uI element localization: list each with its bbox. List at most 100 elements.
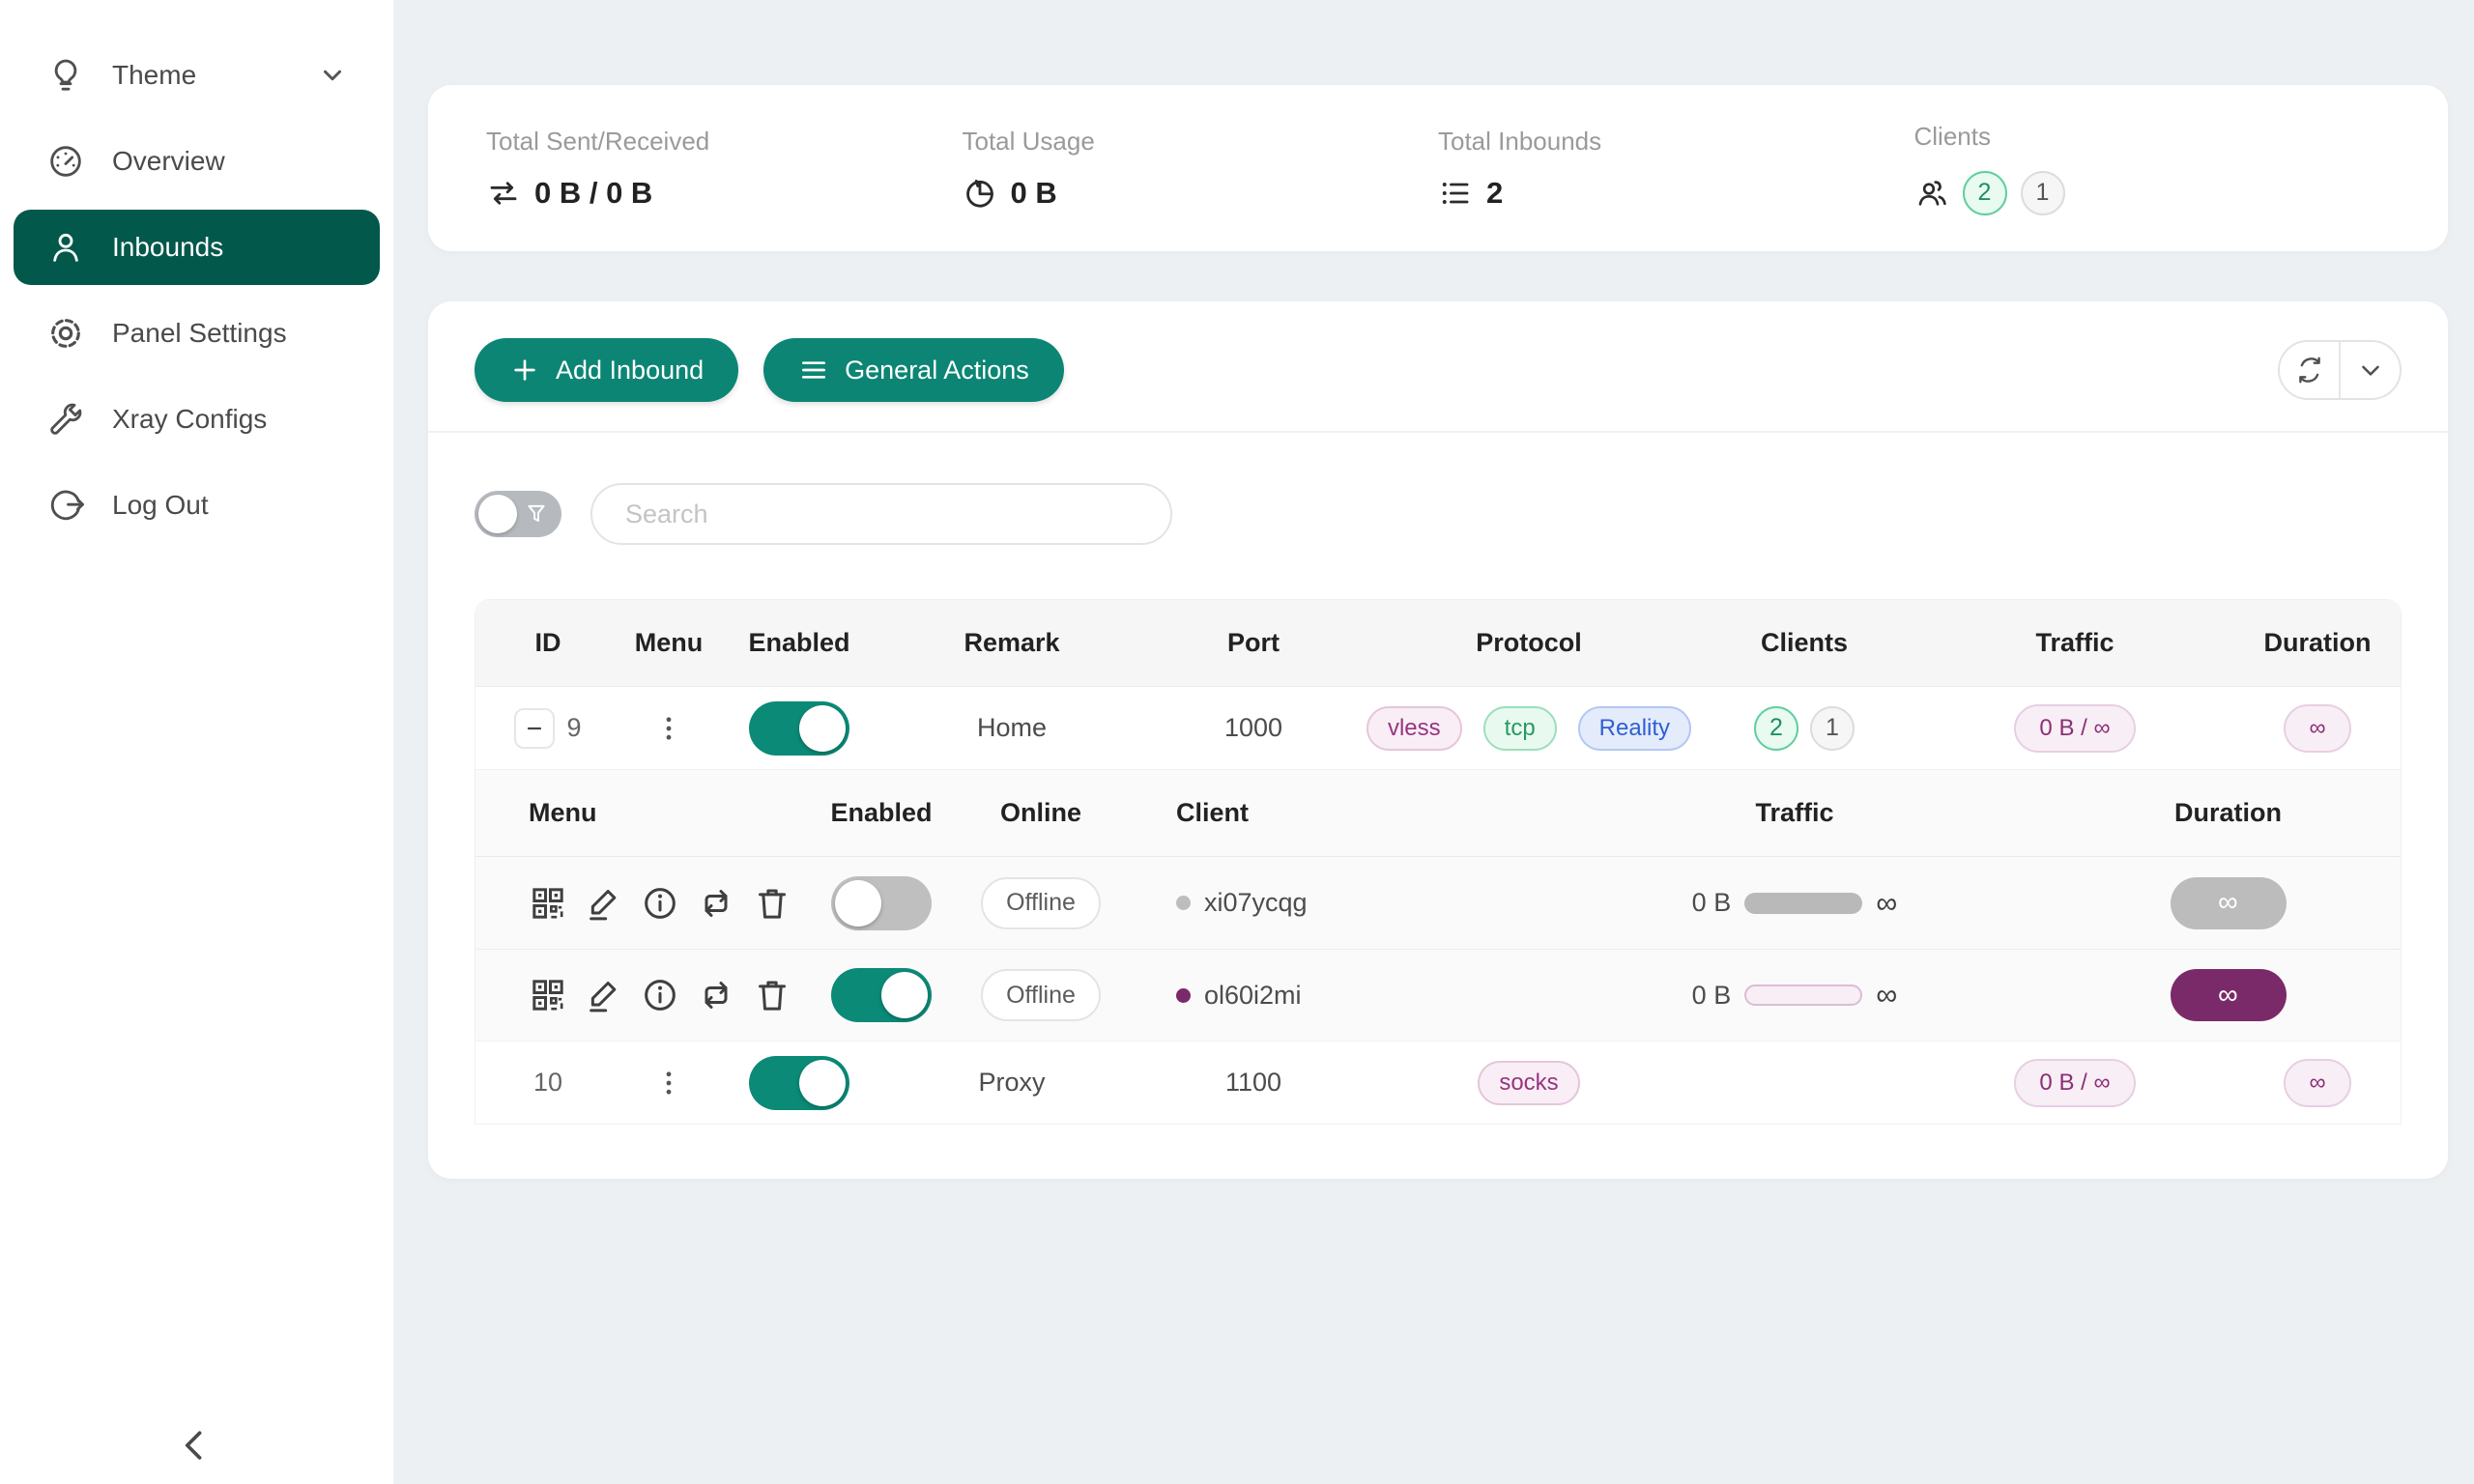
row-menu-button[interactable] (649, 705, 688, 752)
add-inbound-button[interactable]: Add Inbound (475, 338, 738, 402)
clients-inactive-badge: 1 (2021, 171, 2065, 215)
reset-traffic-icon[interactable] (697, 976, 735, 1014)
online-status-badge: Offline (981, 877, 1101, 929)
collapse-row-button[interactable] (514, 708, 555, 749)
filter-toggle[interactable] (475, 491, 561, 537)
gear-icon (46, 314, 85, 353)
col-clients: Clients (1693, 628, 1915, 658)
menu-lines-icon (798, 355, 829, 385)
sidebar-item-label: Theme (112, 60, 318, 91)
clients-active-badge: 2 (1754, 706, 1798, 751)
sidebar-item-panel-settings[interactable]: Panel Settings (14, 296, 380, 371)
reset-traffic-icon[interactable] (697, 884, 735, 923)
minus-icon (523, 717, 546, 740)
lightbulb-icon (46, 56, 85, 95)
user-icon (46, 228, 85, 267)
sub-col-enabled: Enabled (809, 798, 954, 828)
sub-table-header-row: Menu Enabled Online Client Traffic Durat… (475, 770, 2401, 857)
inbound-enabled-toggle[interactable] (749, 701, 849, 756)
traffic-used: 0 B (1692, 888, 1732, 918)
stat-total-inbounds: Total Inbounds 2 (1438, 127, 1914, 211)
clients-sub-table: Menu Enabled Online Client Traffic Durat… (475, 770, 2401, 1042)
traffic-pill[interactable]: 0 B / ∞ (2014, 704, 2135, 753)
col-port: Port (1142, 628, 1365, 658)
pie-chart-icon (963, 176, 997, 211)
stat-clients: Clients 2 1 (1914, 122, 2391, 215)
logout-icon (46, 486, 85, 525)
clients-active-badge: 2 (1963, 171, 2007, 215)
sub-col-traffic: Traffic (1534, 798, 2056, 828)
inbound-row-10: 10 Proxy 1100 socks 0 B / ∞ (475, 1042, 2401, 1125)
col-menu: Menu (620, 628, 717, 658)
inbound-row-9: 9 Home 1000 vless tcp Reality (475, 687, 2401, 770)
col-enabled: Enabled (717, 628, 881, 658)
refresh-split-button (2278, 340, 2402, 400)
inbound-port: 1000 (1142, 713, 1365, 743)
toolbar-divider (428, 431, 2448, 433)
qrcode-icon[interactable] (529, 884, 567, 923)
protocol-tag-tcp: tcp (1483, 706, 1557, 751)
online-status-badge: Offline (981, 969, 1101, 1021)
traffic-cap: ∞ (1876, 886, 1897, 921)
duration-badge[interactable]: ∞ (2171, 969, 2287, 1021)
traffic-cap: ∞ (1876, 978, 1897, 1013)
stat-label: Total Sent/Received (486, 127, 963, 157)
main-content: Total Sent/Received 0 B / 0 B Total Usag… (393, 0, 2474, 1484)
sidebar-item-xray-configs[interactable]: Xray Configs (14, 382, 380, 457)
inbound-enabled-toggle[interactable] (749, 1056, 849, 1110)
sub-col-client: Client (1128, 798, 1534, 828)
chevron-down-icon (2356, 356, 2385, 385)
col-remark: Remark (881, 628, 1142, 658)
transfer-arrows-icon (486, 176, 521, 211)
delete-icon[interactable] (753, 884, 791, 923)
sub-col-online: Online (954, 798, 1128, 828)
delete-icon[interactable] (753, 976, 791, 1014)
chevron-left-icon[interactable] (174, 1424, 216, 1467)
edit-icon[interactable] (585, 976, 623, 1014)
sidebar-item-label: Inbounds (112, 232, 347, 263)
client-row-xi07ycqg: Offline xi07ycqg 0 B ∞ ∞ (475, 857, 2401, 949)
stat-total-sent-received: Total Sent/Received 0 B / 0 B (486, 127, 963, 211)
duration-badge[interactable]: ∞ (2171, 877, 2287, 929)
inbound-id: 9 (566, 713, 581, 743)
qrcode-icon[interactable] (529, 976, 567, 1014)
sidebar-item-label: Xray Configs (112, 404, 347, 435)
inbound-port: 1100 (1142, 1068, 1365, 1098)
search-row (475, 483, 2402, 545)
stat-value: 0 B / 0 B (534, 176, 652, 211)
client-enabled-toggle[interactable] (831, 876, 932, 930)
duration-pill[interactable]: ∞ (2284, 1059, 2350, 1107)
protocol-tag-socks: socks (1478, 1061, 1579, 1105)
inbounds-table: ID Menu Enabled Remark Port Protocol Cli… (475, 599, 2402, 1125)
client-enabled-toggle[interactable] (831, 968, 932, 1022)
sidebar-item-overview[interactable]: Overview (14, 124, 380, 199)
sidebar-item-inbounds[interactable]: Inbounds (14, 210, 380, 285)
traffic-used: 0 B (1692, 981, 1732, 1011)
sidebar-item-label: Log Out (112, 490, 347, 521)
stats-card: Total Sent/Received 0 B / 0 B Total Usag… (428, 85, 2448, 251)
client-name: xi07ycqg (1204, 888, 1308, 918)
info-icon[interactable] (641, 976, 679, 1014)
col-protocol: Protocol (1365, 628, 1693, 658)
info-icon[interactable] (641, 884, 679, 923)
col-traffic: Traffic (1915, 628, 2234, 658)
traffic-pill[interactable]: 0 B / ∞ (2014, 1059, 2135, 1107)
duration-pill[interactable]: ∞ (2284, 704, 2350, 753)
refresh-icon (2295, 356, 2324, 385)
refresh-button[interactable] (2280, 342, 2339, 398)
general-actions-button[interactable]: General Actions (763, 338, 1064, 402)
list-icon (1438, 176, 1473, 211)
protocol-tag-reality: Reality (1578, 706, 1691, 751)
toolbar: Add Inbound General Actions (475, 338, 2402, 402)
three-dots-vertical-icon (652, 1067, 685, 1099)
refresh-dropdown-button[interactable] (2339, 342, 2400, 398)
client-name: ol60i2mi (1204, 981, 1302, 1011)
sidebar-item-log-out[interactable]: Log Out (14, 468, 380, 543)
stat-label: Total Usage (963, 127, 1439, 157)
edit-icon[interactable] (585, 884, 623, 923)
inbound-remark: Proxy (881, 1068, 1142, 1098)
sidebar-item-theme[interactable]: Theme (14, 38, 380, 113)
search-input[interactable] (590, 483, 1172, 545)
clients-inactive-badge: 1 (1810, 706, 1855, 751)
row-menu-button[interactable] (649, 1060, 688, 1106)
